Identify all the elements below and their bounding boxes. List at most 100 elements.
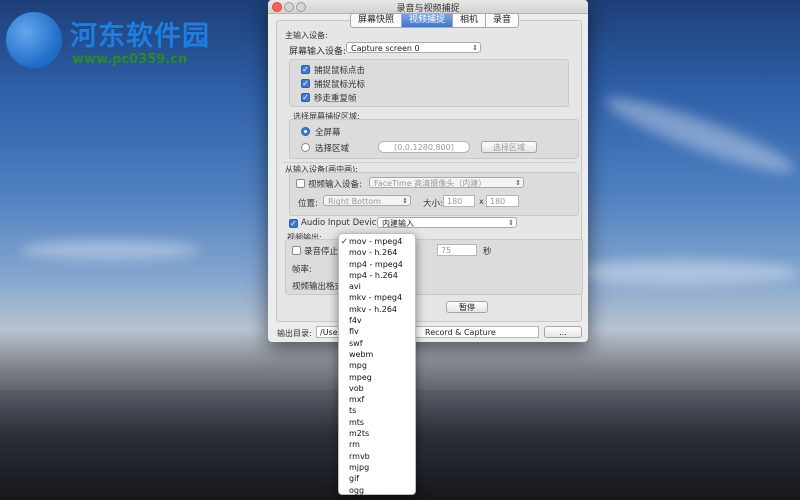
browse-button[interactable]: ... [544,326,582,338]
video-input-checkbox[interactable] [296,179,305,188]
stepper-arrows-icon: ⇕ [515,179,521,187]
camera-value: FaceTime 高清摄像头（内建） [374,179,487,188]
format-menu-item[interactable]: mpeg [339,372,415,383]
format-menu-item-label: avi [349,282,361,292]
stop-recording-checkbox[interactable] [292,246,301,255]
position-label: 位置: [298,199,318,209]
fps-label: 帧率: [292,265,312,275]
camera-select[interactable]: FaceTime 高清摄像头（内建） ⇕ [369,177,524,188]
format-menu-item[interactable]: vob [339,383,415,394]
stepper-arrows-icon: ⇕ [508,219,514,227]
format-menu-item-label: mpg [349,361,367,371]
checkmark-icon: ✓ [341,237,348,246]
format-menu-item-label: mjpg [349,462,370,472]
format-menu-item[interactable]: mts [339,417,415,428]
stepper-arrows-icon: ⇕ [472,44,478,52]
format-menu-item-label: ts [349,406,357,416]
format-menu-item-label: mp4 - mpeg4 [349,259,403,269]
main-input-section-label: 主输入设备: [285,31,328,40]
format-menu-item[interactable]: mp4 - mpeg4 [339,259,415,270]
format-menu-item-label: gif [349,474,360,484]
size-times-label: x [479,197,484,206]
capture-clicks-label: 捕捉鼠标点击 [314,66,366,76]
format-menu-item-label: mxf [349,395,365,405]
format-menu-item-label: f4v [349,316,362,326]
format-menu-item[interactable]: rmvb [339,451,415,462]
pip-width-field[interactable]: 180 [443,195,475,207]
format-menu-item[interactable]: swf [339,338,415,349]
format-menu-item[interactable]: avi [339,281,415,292]
output-dir-path-end: Record & Capture [425,328,496,337]
format-menu-item[interactable]: f4v [339,315,415,326]
screen-device-select[interactable]: Capture screen 0 ⇕ [346,42,481,53]
format-menu-item-label: mov - mpeg4 [349,237,403,246]
format-menu-item[interactable]: mov - h.264 [339,247,415,258]
video-input-label: 视频输入设备: [308,180,362,190]
capture-cursor-checkbox[interactable]: ✓ [301,79,310,88]
format-menu-item[interactable]: mpg [339,360,415,371]
size-label: 大小: [423,199,443,209]
capture-clicks-checkbox[interactable]: ✓ [301,65,310,74]
stop-seconds-field[interactable]: 75 [437,244,477,256]
watermark-logo-icon [6,12,62,68]
pip-box: 视频输入设备: FaceTime 高清摄像头（内建） ⇕ 位置: Right B… [289,172,579,216]
format-menu-item[interactable]: mxf [339,394,415,405]
divider [283,162,575,163]
format-menu-item[interactable]: webm [339,349,415,360]
screen-device-label: 屏幕输入设备: [289,47,347,57]
capture-window: 录音与视频捕捉 主输入设备: 屏幕输入设备: Capture screen 0 … [268,0,588,342]
position-value: Right Bottom [328,197,381,206]
format-menu-item-label: flv [349,327,359,337]
remove-duplicate-checkbox[interactable]: ✓ [301,93,310,102]
tab-bar: 屏幕快照 视频捕捉 相机 录音 [350,13,520,28]
audio-input-select[interactable]: 内建输入 ⇕ [377,217,517,228]
format-menu-item[interactable]: gif [339,473,415,484]
watermark: 河东软件园 www.pc0359.cn [6,8,226,68]
region-coords-field[interactable]: [0,0,1280,800] [378,141,470,153]
format-menu-item[interactable]: mp4 - h.264 [339,270,415,281]
format-menu-item[interactable]: mkv - mpeg4 [339,292,415,303]
format-menu-item-label: mts [349,417,365,427]
select-area-button[interactable]: 选择区域 [481,141,537,153]
format-menu-item[interactable]: rm [339,439,415,450]
watermark-site-name: 河东软件园 [70,21,210,52]
format-menu-item-label: ogg [349,485,365,495]
output-dir-label: 输出目录: [277,329,312,338]
watermark-url: www.pc0359.cn [72,52,188,67]
format-menu-item[interactable]: mkv - h.264 [339,304,415,315]
mouse-options-box: ✓ 捕捉鼠标点击 ✓ 捕捉鼠标光标 ✓ 移走重复帧 [289,59,569,107]
video-output-box: 录音停止时 75 秒 帧率: 视频输出格式: [285,239,583,295]
audio-input-checkbox[interactable]: ✓ [289,219,298,228]
format-menu-item-label: rmvb [349,451,370,461]
format-menu-item-label: mpeg [349,372,372,382]
format-menu-item[interactable]: mjpg [339,462,415,473]
tab-audio[interactable]: 录音 [486,14,518,27]
stepper-arrows-icon: ⇕ [402,197,408,205]
format-menu-item[interactable]: ✓ mov - mpeg4 [339,236,415,247]
pip-height-field[interactable]: 180 [486,195,519,207]
full-screen-label: 全屏幕 [315,128,341,138]
format-menu-item-label: rm [349,440,360,450]
tab-video-capture[interactable]: 视频捕捉 [402,14,454,27]
select-area-radio[interactable] [301,143,310,152]
format-menu-item-label: swf [349,338,363,348]
select-area-label: 选择区域 [315,144,350,154]
format-menu-item-label: webm [349,349,374,359]
format-menu-item[interactable]: ogg [339,485,415,496]
full-screen-radio[interactable] [301,127,310,136]
format-menu-item[interactable]: flv [339,326,415,337]
screen-device-value: Capture screen 0 [351,44,420,53]
cloud [600,86,800,184]
format-menu-item-label: m2ts [349,429,370,439]
audio-input-value: 内建输入 [382,219,414,228]
tab-camera[interactable]: 相机 [453,14,487,27]
format-menu-item[interactable]: ts [339,405,415,416]
audio-input-label: Audio Input Devices: [301,218,389,228]
format-menu-item-label: mp4 - h.264 [349,270,398,280]
position-select[interactable]: Right Bottom ⇕ [323,195,411,206]
remove-duplicate-label: 移走重复帧 [314,94,357,104]
format-menu-item[interactable]: m2ts [339,428,415,439]
tab-screenshot[interactable]: 屏幕快照 [351,14,403,27]
pause-button[interactable]: 暂停 [446,301,488,313]
output-format-menu: ✓ mov - mpeg4 mov - h.264 mp4 - mpeg4 mp4 - … [338,233,416,495]
